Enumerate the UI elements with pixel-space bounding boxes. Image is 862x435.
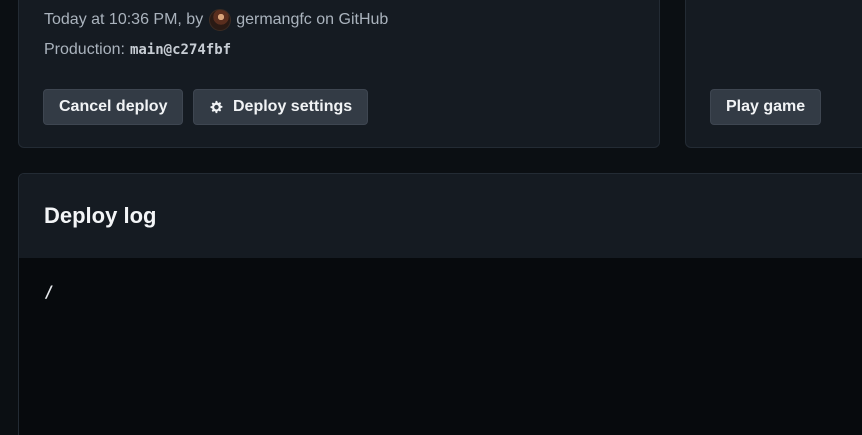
play-game-button[interactable]: Play game [710, 89, 822, 125]
log-line: / [44, 282, 54, 301]
deploy-log-header: Deploy log [19, 174, 862, 258]
deploy-log-title: Deploy log [44, 203, 157, 228]
gear-icon [210, 100, 223, 114]
author-name[interactable]: germangfc [236, 11, 312, 29]
play-game-label: Play game [726, 98, 806, 115]
deploy-meta: Today at 10:36 PM, by germangfc on GitHu… [44, 9, 388, 31]
production-ref[interactable]: main@c274fbf [130, 42, 231, 58]
author-avatar[interactable] [209, 9, 232, 31]
production-line: Production: main@c274fbf [44, 41, 231, 59]
cancel-deploy-button[interactable]: Cancel deploy [43, 89, 184, 125]
deploy-summary-card: Today at 10:36 PM, by germangfc on GitHu… [18, 0, 660, 148]
cancel-deploy-label: Cancel deploy [59, 98, 168, 115]
deploy-settings-button[interactable]: Deploy settings [193, 89, 369, 125]
deploy-page: Today at 10:36 PM, by germangfc on GitHu… [0, 0, 862, 435]
deploy-time: Today at 10:36 PM, by [44, 11, 204, 28]
deploy-log-output[interactable]: / [19, 258, 862, 325]
site-preview-card: Play game [685, 0, 862, 148]
author-source: on GitHub [316, 11, 389, 28]
deploy-log-card: Deploy log / [18, 173, 862, 435]
production-label: Production: [44, 41, 125, 58]
deploy-settings-label: Deploy settings [233, 98, 353, 115]
